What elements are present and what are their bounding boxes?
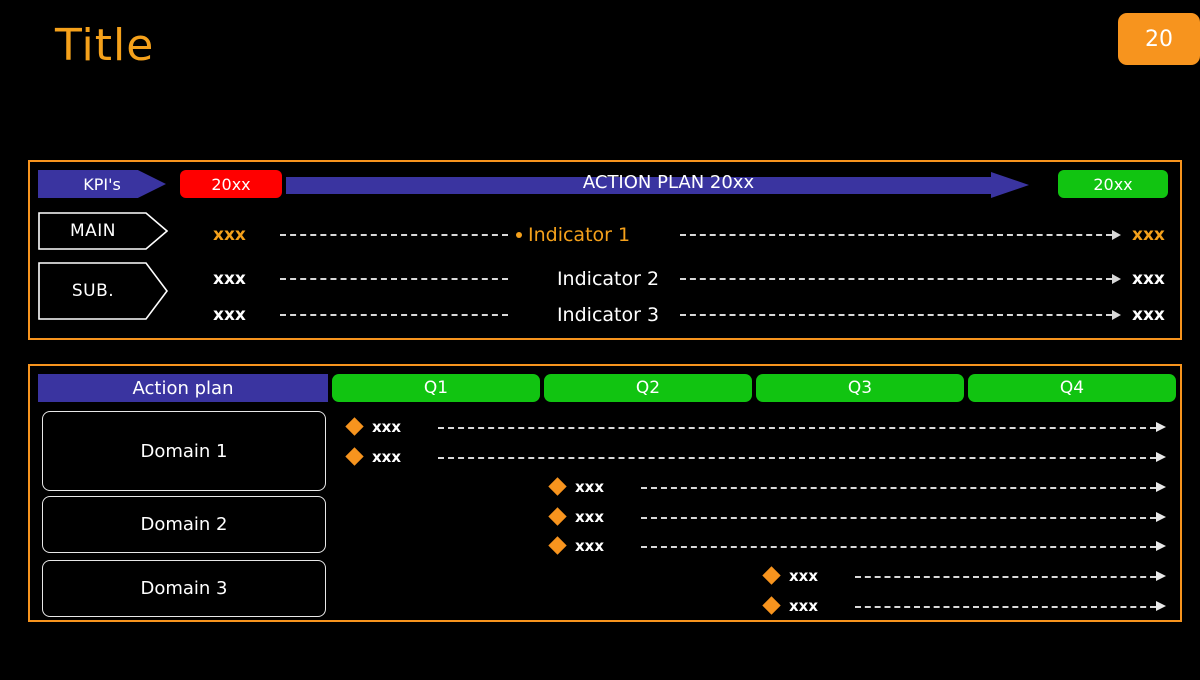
page-number-badge: 20 [1118,13,1200,65]
action-plan-panel: Action plan Q1 Q2 Q3 Q4 Domain 1 Domain … [28,364,1182,622]
indicator-row[interactable]: xxx Indicator 3 xxx [38,302,1180,328]
action-plan-arrow [286,172,1051,198]
start-year-badge[interactable]: 20xx [180,170,282,198]
task-arrow-icon [1156,541,1166,551]
indicator-dash-left [280,314,508,316]
task-label: xxx [575,537,605,555]
task-row[interactable]: xxx [762,595,1168,617]
end-year-badge[interactable]: 20xx [1058,170,1168,198]
milestone-diamond-icon [762,566,781,585]
indicator-arrow-icon [1112,230,1121,240]
indicator-arrow-icon [1112,274,1121,284]
domain-box-2[interactable]: Domain 2 [42,496,326,553]
task-label: xxx [372,418,402,436]
milestone-diamond-icon [762,596,781,615]
kpi-panel: KPI's 20xx ACTION PLAN 20xx 20xx MAIN SU… [28,160,1182,340]
task-dash-line [641,546,1156,548]
task-arrow-icon [1156,571,1166,581]
arrow-head-icon [991,172,1029,198]
task-dash-line [855,576,1156,578]
domain-box-3[interactable]: Domain 3 [42,560,326,617]
task-dash-line [641,517,1156,519]
indicator-right-value: xxx [1132,269,1165,289]
indicator-row[interactable]: xxx Indicator 1 xxx [38,222,1180,248]
arrow-shaft [286,177,996,194]
indicator-right-value: xxx [1132,225,1165,245]
task-dash-line [641,487,1156,489]
task-dash-line [438,457,1156,459]
action-plan-tag-label: Action plan [132,377,234,399]
task-arrow-icon [1156,512,1166,522]
indicator-dash-left [280,278,508,280]
task-arrow-icon [1156,452,1166,462]
task-label: xxx [789,567,819,585]
indicator-left-value: xxx [213,269,246,289]
quarter-header-q3[interactable]: Q3 [756,374,964,402]
milestone-diamond-icon [345,447,364,466]
kpi-tag[interactable]: KPI's [38,170,166,198]
task-row[interactable]: xxx [548,535,1168,557]
milestone-diamond-icon [548,536,567,555]
action-plan-tag[interactable]: Action plan [38,374,328,402]
task-row[interactable]: xxx [762,565,1168,587]
task-arrow-icon [1156,601,1166,611]
indicator-arrow-icon [1112,310,1121,320]
task-dash-line [438,427,1156,429]
task-row[interactable]: xxx [548,476,1168,498]
milestone-diamond-icon [345,417,364,436]
indicator-dash-left [280,234,508,236]
task-arrow-icon [1156,482,1166,492]
task-dash-line [855,606,1156,608]
task-label: xxx [372,448,402,466]
indicator-left-value: xxx [213,305,246,325]
quarter-header-q4[interactable]: Q4 [968,374,1176,402]
task-row[interactable]: xxx [345,416,1168,438]
domain-box-1[interactable]: Domain 1 [42,411,326,491]
page-title: Title [55,20,155,71]
task-arrow-icon [1156,422,1166,432]
task-label: xxx [575,508,605,526]
indicator-dash-right [680,314,1112,316]
indicator-right-value: xxx [1132,305,1165,325]
indicator-bullet-icon [516,232,522,238]
milestone-diamond-icon [548,507,567,526]
indicator-dash-right [680,234,1112,236]
task-row[interactable]: xxx [548,506,1168,528]
task-label: xxx [575,478,605,496]
task-row[interactable]: xxx [345,446,1168,468]
task-label: xxx [789,597,819,615]
indicator-left-value: xxx [213,225,246,245]
indicator-dash-right [680,278,1112,280]
quarter-header-q2[interactable]: Q2 [544,374,752,402]
milestone-diamond-icon [548,477,567,496]
kpi-tag-label: KPI's [83,174,121,194]
quarter-header-q1[interactable]: Q1 [332,374,540,402]
indicator-row[interactable]: xxx Indicator 2 xxx [38,266,1180,292]
